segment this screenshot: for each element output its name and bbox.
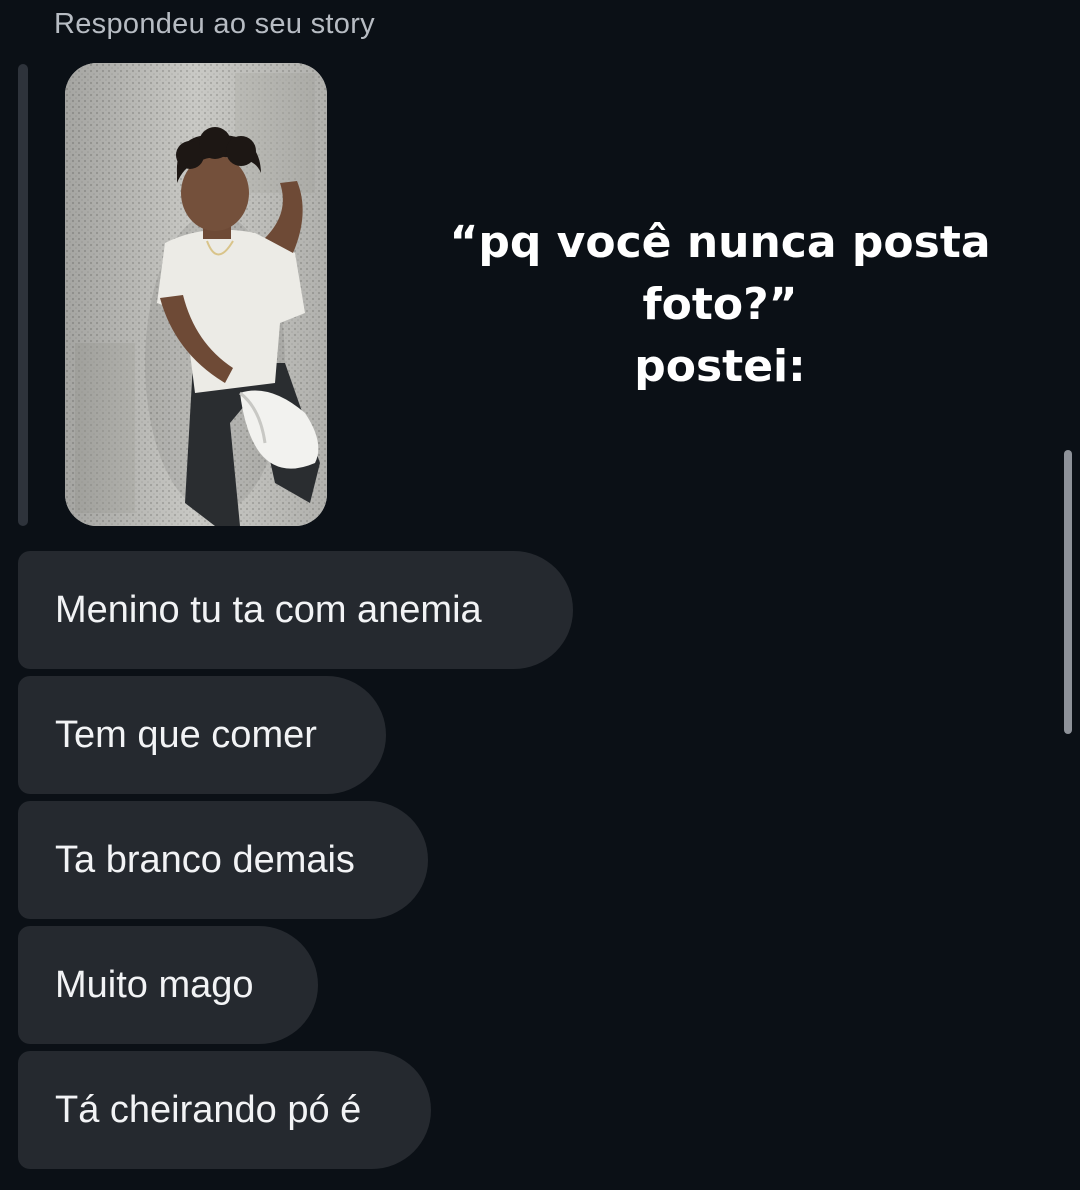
caption-line-2: foto?” bbox=[642, 279, 798, 330]
scrollbar-thumb[interactable] bbox=[1064, 450, 1072, 734]
message-bubble[interactable]: Ta branco demais bbox=[18, 801, 428, 919]
story-reply-thumbnail[interactable] bbox=[65, 63, 327, 526]
message-text: Tem que comer bbox=[55, 714, 317, 756]
message-text: Menino tu ta com anemia bbox=[55, 589, 482, 631]
caption-line-3: postei: bbox=[634, 341, 806, 392]
story-photo bbox=[65, 63, 327, 526]
message-bubble[interactable]: Muito mago bbox=[18, 926, 318, 1044]
message-text: Muito mago bbox=[55, 964, 254, 1006]
reply-label: Respondeu ao seu story bbox=[54, 8, 375, 40]
message-bubble[interactable]: Menino tu ta com anemia bbox=[18, 551, 573, 669]
caption-line-1: “pq você nunca posta bbox=[449, 217, 991, 268]
message-bubble[interactable]: Tem que comer bbox=[18, 676, 386, 794]
message-bubble[interactable]: Tá cheirando pó é bbox=[18, 1051, 431, 1169]
message-text: Tá cheirando pó é bbox=[55, 1089, 362, 1131]
overlay-caption: “pq você nunca posta foto?” postei: bbox=[430, 212, 1010, 398]
message-text: Ta branco demais bbox=[55, 839, 355, 881]
story-quote-bar bbox=[18, 64, 28, 526]
